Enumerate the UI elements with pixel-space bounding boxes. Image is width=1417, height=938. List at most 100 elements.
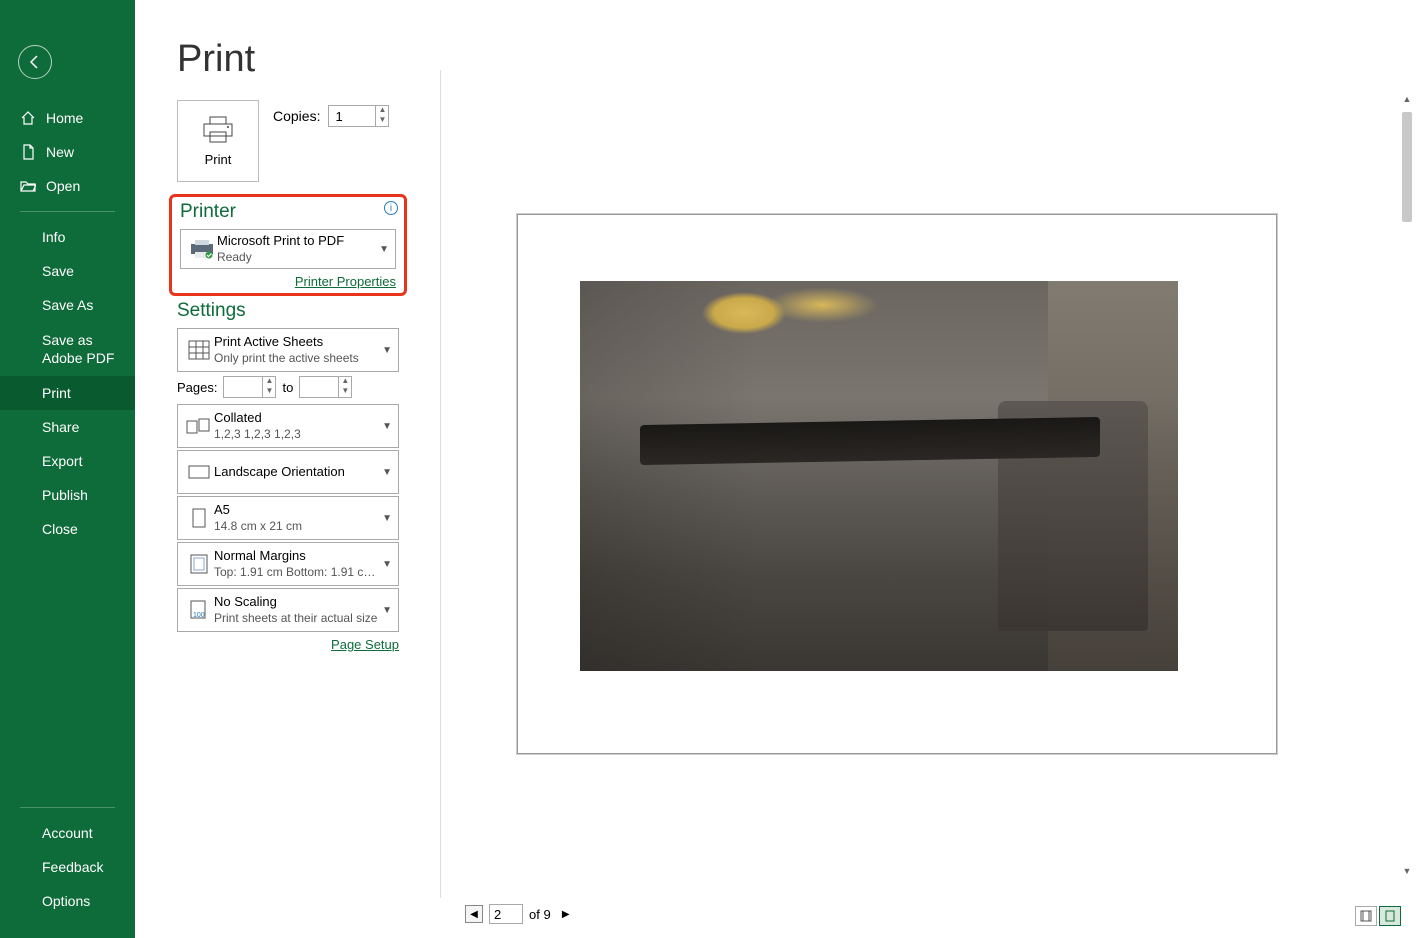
sidebar-label: Close: [42, 521, 78, 537]
pages-to-spinner[interactable]: ▲▼: [299, 376, 352, 398]
sidebar-item-saveas[interactable]: Save As: [0, 288, 135, 322]
paper-size-dropdown[interactable]: A5 14.8 cm x 21 cm ▼: [177, 496, 399, 540]
chevron-down-icon: ▼: [379, 244, 389, 255]
sidebar-item-home[interactable]: Home: [0, 101, 135, 135]
pages-to-label: to: [282, 380, 293, 395]
sidebar-label: Export: [42, 453, 82, 469]
print-preview-area: [440, 70, 1407, 898]
view-buttons: [1355, 906, 1401, 926]
pages-from-input[interactable]: [224, 377, 262, 397]
sidebar-item-new[interactable]: New: [0, 135, 135, 169]
scaling-dropdown[interactable]: 100 No Scaling Print sheets at their act…: [177, 588, 399, 632]
sidebar-item-save-adobe-pdf[interactable]: Save as Adobe PDF: [0, 322, 135, 376]
copies-input[interactable]: [329, 106, 375, 126]
chevron-down-icon: ▼: [382, 513, 392, 524]
backstage-sidebar: Home New Open Info Save Save As Save as …: [0, 0, 135, 938]
printer-properties-link[interactable]: Printer Properties: [295, 274, 396, 289]
show-margins-button[interactable]: [1355, 906, 1377, 926]
sidebar-item-open[interactable]: Open: [0, 169, 135, 203]
current-page-input[interactable]: [489, 904, 523, 924]
scroll-thumb[interactable]: [1402, 112, 1412, 222]
pages-row: Pages: ▲▼ to ▲▼: [177, 376, 399, 398]
pages-from-spinner[interactable]: ▲▼: [223, 376, 276, 398]
sidebar-item-close[interactable]: Close: [0, 512, 135, 546]
print-button-label: Print: [205, 152, 232, 167]
sidebar-item-save[interactable]: Save: [0, 254, 135, 288]
chevron-down-icon: ▼: [382, 345, 392, 356]
dd-line1: No Scaling: [214, 594, 382, 611]
sidebar-label: Open: [46, 178, 80, 194]
divider: [20, 807, 115, 808]
back-button[interactable]: [18, 45, 52, 79]
preview-image: [580, 281, 1178, 671]
printer-status: Ready: [217, 250, 379, 266]
copies-row: Copies: ▲ ▼: [273, 105, 389, 127]
zoom-to-page-button[interactable]: [1379, 906, 1401, 926]
dd-line1: Collated: [214, 410, 382, 427]
sidebar-item-info[interactable]: Info: [0, 220, 135, 254]
print-button[interactable]: Print: [177, 100, 259, 182]
dd-line2: 14.8 cm x 21 cm: [214, 519, 382, 535]
margins-dropdown[interactable]: Normal Margins Top: 1.91 cm Bottom: 1.91…: [177, 542, 399, 586]
sidebar-label: Share: [42, 419, 79, 435]
printer-info-icon[interactable]: i: [384, 201, 398, 215]
dd-line2: Top: 1.91 cm Bottom: 1.91 c…: [214, 565, 382, 581]
sidebar-item-feedback[interactable]: Feedback: [0, 850, 135, 884]
sidebar-label: Options: [42, 893, 90, 909]
sidebar-label: Publish: [42, 487, 88, 503]
sidebar-item-account[interactable]: Account: [0, 816, 135, 850]
sidebar-label: Account: [42, 825, 93, 841]
sidebar-label: Info: [42, 229, 65, 245]
page-setup-link[interactable]: Page Setup: [331, 637, 399, 652]
sidebar-item-print[interactable]: Print: [0, 376, 135, 410]
chevron-down-icon: ▼: [382, 467, 392, 478]
printer-section-title: Printer: [180, 201, 396, 223]
dd-line2: Print sheets at their actual size: [214, 611, 382, 627]
sidebar-item-export[interactable]: Export: [0, 444, 135, 478]
settings-section: Settings Print Active Sheets Only print …: [177, 300, 399, 654]
copies-spinner[interactable]: ▲ ▼: [328, 105, 389, 127]
printer-name: Microsoft Print to PDF: [217, 233, 379, 250]
spinner-down-icon[interactable]: ▼: [339, 387, 351, 397]
collate-dropdown[interactable]: Collated 1,2,3 1,2,3 1,2,3 ▼: [177, 404, 399, 448]
spinner-down-icon[interactable]: ▼: [376, 116, 388, 126]
scroll-down-icon[interactable]: ▼: [1401, 864, 1413, 878]
dd-line1: Normal Margins: [214, 548, 382, 565]
next-page-button[interactable]: ▶: [557, 905, 575, 923]
sidebar-item-share[interactable]: Share: [0, 410, 135, 444]
sidebar-item-options[interactable]: Options: [0, 884, 135, 918]
settings-title: Settings: [177, 300, 399, 322]
dd-line1: Landscape Orientation: [214, 464, 382, 481]
paper-icon: [184, 507, 214, 529]
pages-to-input[interactable]: [300, 377, 338, 397]
preview-page: [517, 214, 1277, 754]
page-navigation: ◀ of 9 ▶: [465, 904, 575, 924]
collate-icon: [184, 417, 214, 435]
prev-page-button[interactable]: ◀: [465, 905, 483, 923]
sidebar-label: Save As: [42, 297, 93, 313]
dd-line2: Only print the active sheets: [214, 351, 382, 367]
svg-text:100: 100: [193, 612, 205, 619]
printer-icon: [201, 116, 235, 144]
print-what-dropdown[interactable]: Print Active Sheets Only print the activ…: [177, 328, 399, 372]
page-total: of 9: [529, 907, 551, 922]
printer-section-highlight: Printer i Microsoft Print to PDF Ready ▼…: [169, 194, 407, 296]
sidebar-label: New: [46, 144, 74, 160]
sidebar-item-publish[interactable]: Publish: [0, 478, 135, 512]
printer-dropdown[interactable]: Microsoft Print to PDF Ready ▼: [180, 229, 396, 269]
dd-line1: A5: [214, 502, 382, 519]
copies-label: Copies:: [273, 108, 320, 124]
dd-line2: 1,2,3 1,2,3 1,2,3: [214, 427, 382, 443]
sidebar-label: Save as Adobe PDF: [42, 332, 114, 366]
scroll-up-icon[interactable]: ▲: [1401, 92, 1413, 106]
printer-device-icon: [187, 238, 217, 260]
sidebar-label: Home: [46, 110, 83, 126]
chevron-down-icon: ▼: [382, 421, 392, 432]
orientation-icon: [184, 463, 214, 481]
pages-label: Pages:: [177, 380, 217, 395]
orientation-dropdown[interactable]: Landscape Orientation ▼: [177, 450, 399, 494]
spinner-down-icon[interactable]: ▼: [263, 387, 275, 397]
margins-icon: [184, 553, 214, 575]
preview-scrollbar[interactable]: ▲ ▼: [1401, 92, 1413, 878]
sidebar-label: Save: [42, 263, 74, 279]
